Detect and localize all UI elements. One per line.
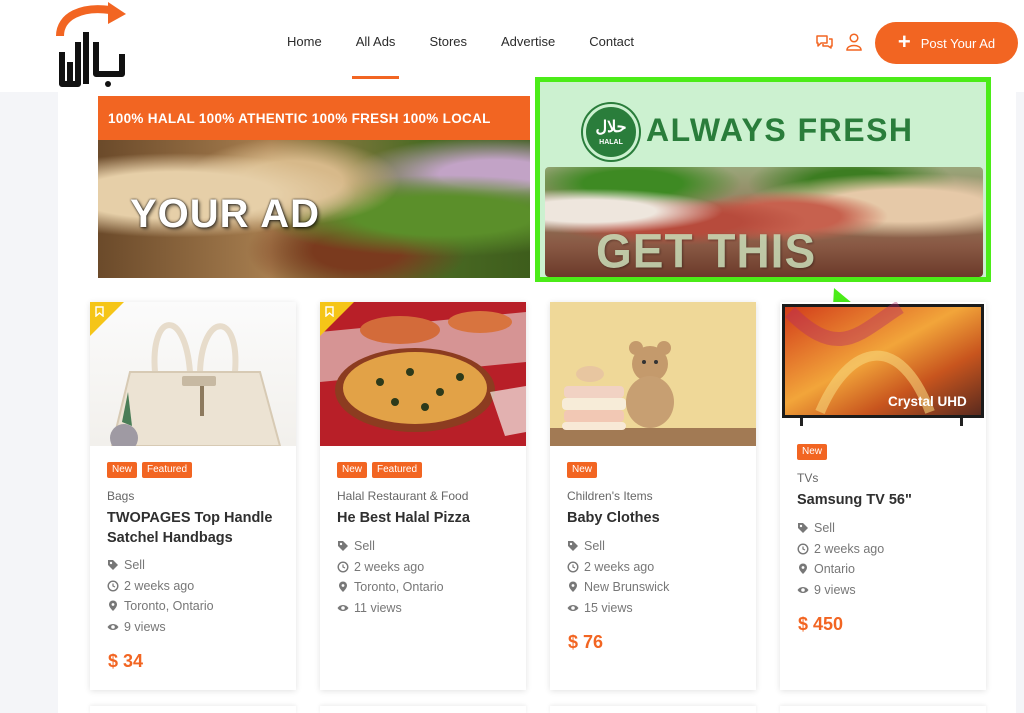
next-row-card	[780, 706, 986, 713]
listing-type: Sell	[354, 539, 375, 553]
bookmark-icon	[325, 306, 334, 317]
bookmark-icon	[95, 306, 104, 317]
listing-category[interactable]: Children's Items	[567, 489, 653, 503]
listing-thumbnail[interactable]	[550, 302, 756, 446]
next-row-card	[320, 706, 526, 713]
ad-headline: ALWAYS FRESH	[646, 112, 914, 148]
listing-location: New Brunswick	[584, 580, 670, 594]
listing-thumbnail[interactable]: Crystal UHD	[780, 302, 986, 428]
listing-meta: Sell 2 weeks ago Ontario 9 views	[797, 518, 884, 600]
plus-icon: +	[897, 29, 911, 54]
tag-icon	[798, 523, 808, 534]
baby-clothes-image	[550, 302, 756, 446]
listing-card[interactable]: New Featured Bags TWOPAGES Top Handle Sa…	[90, 302, 296, 690]
ad-banner-left[interactable]: 100% HALAL 100% ATHENTIC 100% FRESH 100%…	[98, 96, 530, 278]
listing-views: 9 views	[814, 582, 856, 597]
location-pin-icon	[799, 563, 807, 575]
listing-title[interactable]: Baby Clothes	[567, 508, 747, 528]
listing-badges: New	[567, 462, 598, 478]
listing-title[interactable]: Samsung TV 56"	[797, 490, 977, 510]
main-nav: Home All Ads Stores Advertise Contact	[270, 0, 651, 84]
badge-featured: Featured	[142, 462, 193, 478]
badge-new: New	[567, 462, 598, 478]
post-your-ad-label: Post Your Ad	[920, 35, 996, 51]
location-pin-icon	[339, 581, 347, 593]
halal-seal: حلال HALAL	[583, 104, 639, 160]
badge-new: New	[337, 462, 368, 478]
listing-price: $ 450	[798, 614, 844, 634]
nav-home[interactable]: Home	[270, 0, 339, 84]
listing-price: $ 34	[108, 651, 144, 671]
listing-type: Sell	[584, 539, 605, 553]
listing-type: Sell	[814, 521, 835, 535]
ad-banner-right[interactable]: حلال HALAL ALWAYS FRESH GET THIS SPACE	[535, 77, 991, 282]
listing-time: 2 weeks ago	[814, 541, 885, 556]
listing-type: Sell	[124, 558, 145, 572]
badge-new: New	[797, 444, 828, 460]
listing-badges: New Featured	[107, 462, 193, 478]
listing-thumbnail[interactable]	[320, 302, 526, 446]
listing-thumbnail[interactable]	[90, 302, 296, 446]
listing-views: 9 views	[124, 619, 166, 634]
listing-time: 2 weeks ago	[124, 578, 195, 593]
nav-all-ads[interactable]: All Ads	[339, 0, 413, 84]
ad-food-image: YOUR AD	[98, 140, 530, 278]
post-your-ad-button[interactable]: + Post Your Ad	[875, 22, 1018, 64]
eye-icon	[337, 604, 349, 611]
clock-icon	[567, 561, 579, 573]
listing-time: 2 weeks ago	[584, 559, 655, 574]
eye-icon	[107, 623, 119, 630]
listing-meta: Sell 2 weeks ago Toronto, Ontario 9 view…	[107, 555, 214, 637]
nav-contact[interactable]: Contact	[572, 0, 651, 84]
next-row-card	[90, 706, 296, 713]
tv-thumb-text: Crystal UHD	[888, 394, 967, 409]
next-row-card	[550, 706, 756, 713]
listing-views: 11 views	[354, 600, 402, 615]
ad-cta: GET THIS SPACE	[596, 223, 817, 278]
location-pin-icon	[569, 581, 577, 593]
halal-seal-arabic: حلال	[595, 118, 627, 136]
location-pin-icon	[109, 600, 117, 612]
listing-title[interactable]: He Best Halal Pizza	[337, 508, 517, 528]
halal-seal-label: HALAL	[599, 138, 623, 146]
tag-icon	[108, 560, 118, 571]
listing-card[interactable]: New Featured Halal Restaurant & Food He …	[320, 302, 526, 690]
eye-icon	[797, 586, 809, 593]
listing-card[interactable]: Crystal UHD New TVs Samsung TV 56" Sell …	[780, 302, 986, 690]
listing-badges: New Featured	[337, 462, 423, 478]
listing-category[interactable]: Halal Restaurant & Food	[337, 489, 468, 503]
badge-new: New	[107, 462, 138, 478]
listing-card[interactable]: New Children's Items Baby Clothes Sell 2…	[550, 302, 756, 690]
listing-location: Toronto, Ontario	[124, 599, 214, 613]
listing-category[interactable]: TVs	[797, 471, 818, 485]
listing-location: Ontario	[814, 562, 855, 576]
badge-featured: Featured	[372, 462, 423, 478]
listing-category[interactable]: Bags	[107, 489, 134, 503]
tv-image	[782, 302, 984, 426]
listing-price: $ 76	[568, 632, 604, 652]
listing-meta: Sell 2 weeks ago Toronto, Ontario 11 vie…	[337, 536, 444, 618]
nav-advertise[interactable]: Advertise	[484, 0, 572, 84]
clock-icon	[107, 580, 119, 592]
listing-location: Toronto, Ontario	[354, 580, 444, 594]
nav-stores[interactable]: Stores	[412, 0, 484, 84]
eye-icon	[567, 604, 579, 611]
site-logo[interactable]	[52, 2, 132, 90]
listing-views: 15 views	[584, 600, 633, 615]
listing-meta: Sell 2 weeks ago New Brunswick 15 views	[567, 536, 669, 618]
clock-icon	[337, 561, 349, 573]
ad-strip-text: 100% HALAL 100% ATHENTIC 100% FRESH 100%…	[98, 96, 530, 140]
listing-badges: New	[797, 444, 828, 460]
listing-time: 2 weeks ago	[354, 559, 425, 574]
tag-icon	[568, 541, 578, 552]
chat-icon[interactable]	[814, 32, 834, 52]
user-icon[interactable]	[844, 32, 864, 52]
ad-overlay-text: YOUR AD	[130, 192, 320, 236]
clock-icon	[797, 543, 809, 555]
listing-title[interactable]: TWOPAGES Top Handle Satchel Handbags	[107, 508, 287, 548]
tag-icon	[338, 541, 348, 552]
